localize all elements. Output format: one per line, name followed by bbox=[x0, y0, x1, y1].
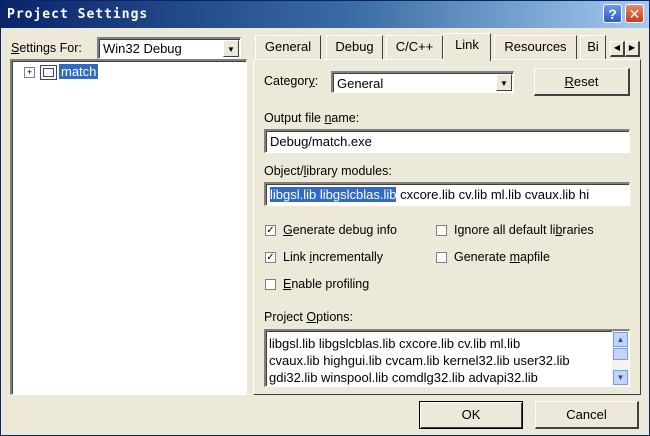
chevron-up-icon: ▲ bbox=[616, 335, 625, 344]
chevron-down-icon[interactable]: ▼ bbox=[223, 40, 239, 57]
enable-profiling-checkbox[interactable] bbox=[265, 279, 276, 290]
help-icon: ? bbox=[608, 6, 617, 22]
category-value: General bbox=[337, 76, 384, 91]
generate-debug-info-label[interactable]: Generate debug info bbox=[283, 223, 397, 237]
chevron-left-icon: ◀ bbox=[613, 43, 621, 52]
output-file-value: Debug/match.exe bbox=[270, 134, 372, 149]
project-options-line: gdi32.lib winspool.lib comdlg32.lib adva… bbox=[269, 370, 538, 385]
project-options-line: libgsl.lib libgslcblas.lib cxcore.lib cv… bbox=[269, 336, 521, 351]
project-settings-dialog: Project Settings ? ✕ Settings For: Win32… bbox=[0, 0, 650, 436]
chevron-down-icon: ▼ bbox=[616, 373, 625, 382]
project-options-textarea[interactable]: libgsl.lib libgslcblas.lib cxcore.lib cv… bbox=[264, 329, 630, 387]
help-button[interactable]: ? bbox=[603, 4, 622, 23]
settings-for-label: Settings For: bbox=[11, 41, 82, 55]
tab-link[interactable]: Link bbox=[443, 33, 491, 61]
modules-rest-text: cxcore.lib cv.lib ml.lib cvaux.lib hi bbox=[396, 187, 590, 202]
link-incrementally-label[interactable]: Link incrementally bbox=[283, 250, 383, 264]
cancel-button[interactable]: Cancel bbox=[535, 401, 639, 429]
generate-mapfile-checkbox[interactable] bbox=[436, 252, 447, 263]
project-options-scrollbar[interactable]: ▲ ▼ bbox=[612, 331, 629, 386]
tab-scroll-right-button[interactable]: ▶ bbox=[625, 41, 640, 57]
output-file-input[interactable]: Debug/match.exe bbox=[264, 129, 630, 153]
modules-label: Object/library modules: bbox=[264, 164, 392, 178]
project-options-line: cvaux.lib highgui.lib cvcam.lib kernel32… bbox=[269, 353, 570, 368]
tab-general[interactable]: General bbox=[255, 35, 321, 59]
ok-button[interactable]: OK bbox=[419, 401, 523, 429]
modules-selected-text: libgsl.lib libgslcblas.lib bbox=[270, 187, 397, 202]
settings-for-combo[interactable]: Win32 Debug ▼ bbox=[97, 37, 241, 59]
ignore-default-libraries-label[interactable]: Ignore all default libraries bbox=[454, 223, 594, 237]
generate-mapfile-label[interactable]: Generate mapfile bbox=[454, 250, 550, 264]
close-icon: ✕ bbox=[628, 6, 641, 22]
check-icon: ✓ bbox=[266, 252, 275, 263]
category-combo[interactable]: General ▼ bbox=[331, 71, 514, 93]
title-bar[interactable]: Project Settings ? ✕ bbox=[1, 1, 649, 28]
tree-item-match[interactable]: match bbox=[59, 64, 99, 79]
tab-cpp[interactable]: C/C++ bbox=[386, 35, 443, 59]
scroll-thumb[interactable] bbox=[613, 348, 628, 360]
reset-button[interactable]: Reset bbox=[534, 68, 630, 96]
tree-expander-icon[interactable]: + bbox=[24, 67, 35, 78]
generate-debug-info-checkbox[interactable]: ✓ bbox=[265, 225, 276, 236]
modules-text: libgsl.lib libgslcblas.lib cxcore.lib cv… bbox=[270, 187, 589, 202]
chevron-down-icon[interactable]: ▼ bbox=[496, 74, 512, 91]
project-tree[interactable]: + match bbox=[10, 59, 247, 395]
ignore-default-libraries-checkbox[interactable] bbox=[436, 225, 447, 236]
tab-resources[interactable]: Resources bbox=[494, 35, 577, 59]
close-button[interactable]: ✕ bbox=[625, 4, 644, 23]
settings-for-value: Win32 Debug bbox=[103, 41, 182, 56]
scroll-down-button[interactable]: ▼ bbox=[613, 370, 628, 385]
modules-input[interactable]: libgsl.lib libgslcblas.lib cxcore.lib cv… bbox=[264, 182, 630, 206]
check-icon: ✓ bbox=[266, 225, 275, 236]
enable-profiling-label[interactable]: Enable profiling bbox=[283, 277, 369, 291]
window-title: Project Settings bbox=[7, 7, 149, 22]
chevron-right-icon: ▶ bbox=[628, 43, 636, 52]
category-label: Category: bbox=[264, 74, 319, 88]
project-options-label: Project Options: bbox=[264, 310, 353, 324]
tab-browse-info[interactable]: Bi bbox=[580, 35, 606, 59]
output-file-label: Output file name: bbox=[264, 111, 360, 125]
scroll-up-button[interactable]: ▲ bbox=[613, 332, 628, 347]
tab-debug[interactable]: Debug bbox=[326, 35, 383, 59]
project-icon bbox=[40, 65, 57, 80]
link-incrementally-checkbox[interactable]: ✓ bbox=[265, 252, 276, 263]
tab-scroll-left-button[interactable]: ◀ bbox=[610, 41, 625, 57]
